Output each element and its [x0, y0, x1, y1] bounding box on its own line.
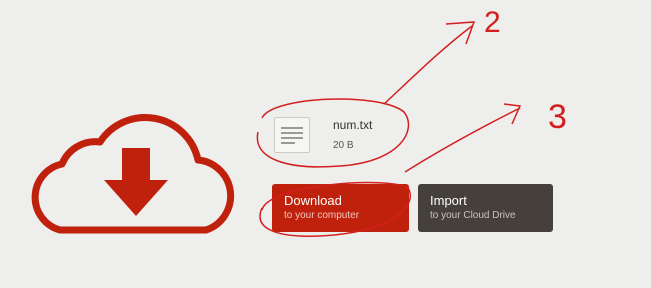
file-name: num.txt — [333, 118, 373, 132]
file-size: 20 B — [333, 140, 354, 151]
annotation-arrow-3 — [404, 103, 522, 173]
download-button-title: Download — [284, 193, 342, 208]
cloud-download-icon — [31, 113, 235, 234]
download-button[interactable]: Download to your computer — [272, 184, 409, 232]
import-button-title: Import — [430, 193, 467, 208]
text-file-icon — [274, 117, 310, 153]
annotation-label-2: 2 — [484, 6, 501, 39]
import-button-subtitle: to your Cloud Drive — [430, 210, 516, 221]
download-button-subtitle: to your computer — [284, 210, 360, 221]
download-page: num.txt 20 B Download to your computer I… — [0, 0, 651, 288]
annotation-label-3: 3 — [548, 98, 567, 136]
annotation-arrow-2 — [383, 21, 476, 105]
import-button[interactable]: Import to your Cloud Drive — [418, 184, 553, 232]
